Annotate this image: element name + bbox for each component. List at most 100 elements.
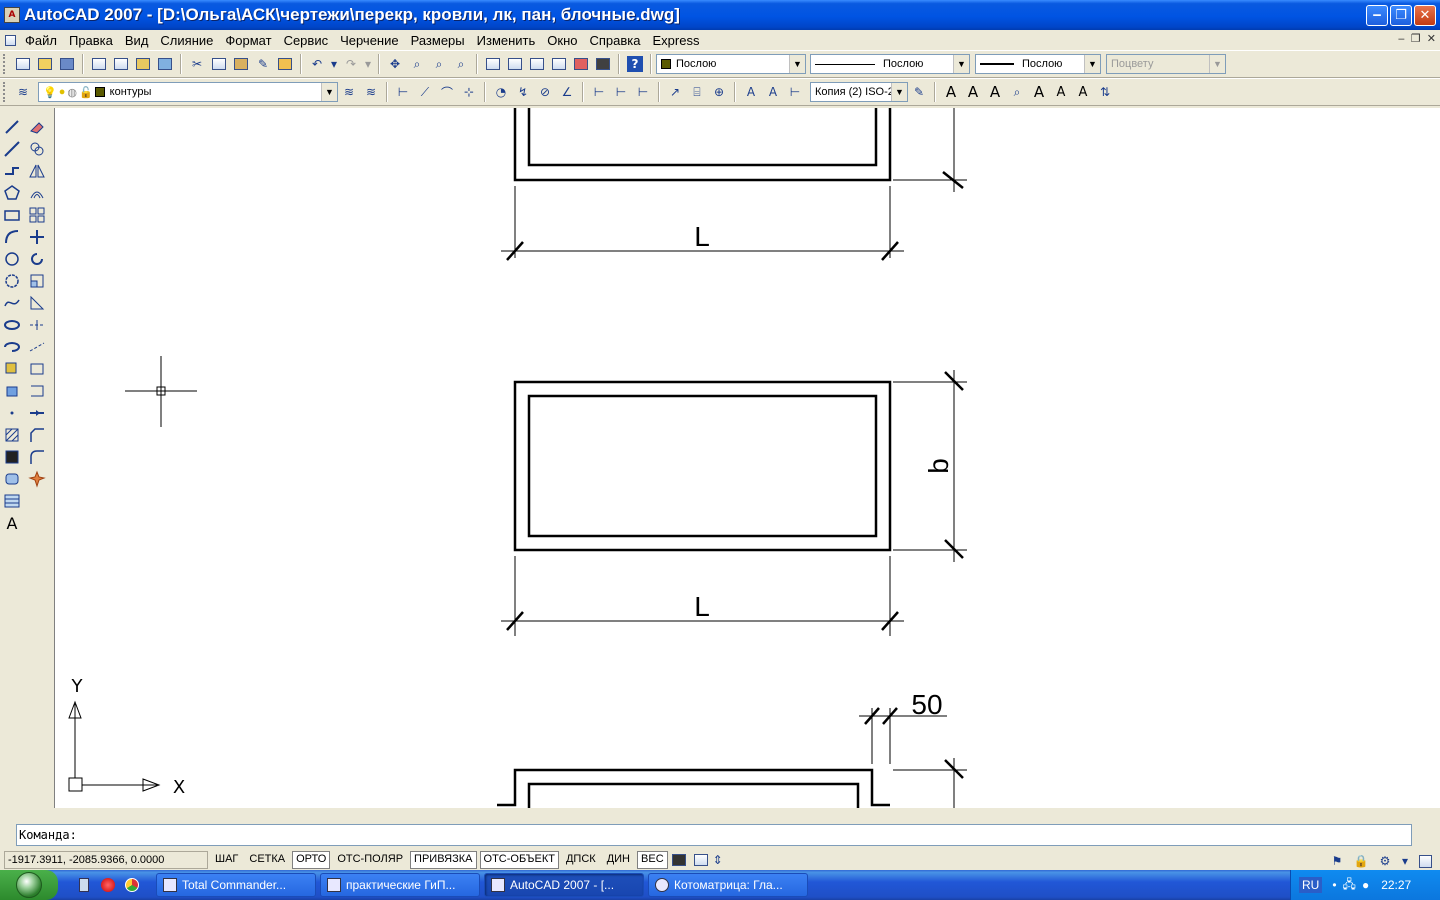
tray-settings-icon[interactable]: ⚙ [1375,851,1395,871]
tolerance-icon[interactable]: ⌸ [687,82,707,102]
break-at-point-icon[interactable] [26,358,48,380]
menu-modify[interactable]: Изменить [471,33,542,48]
toolbar-grip[interactable] [3,82,8,102]
doc-minimize-icon[interactable]: ‒ [1398,32,1405,45]
circle-icon[interactable] [1,248,23,270]
menu-tools[interactable]: Сервис [278,33,335,48]
chevron-down-icon[interactable]: ▼ [953,55,969,73]
dimension-update-icon[interactable]: ⊢ [785,82,805,102]
ellipse-icon[interactable] [1,314,23,336]
explode-icon[interactable] [26,468,48,490]
plotstyle-combo[interactable]: Поцвету ▼ [1106,54,1226,74]
clock[interactable]: 22:27 [1381,878,1411,892]
close-button[interactable]: ✕ [1414,5,1436,26]
ordinate-icon[interactable]: ⊹ [459,82,479,102]
new-file-icon[interactable] [13,54,33,74]
jogged-icon[interactable]: ↯ [513,82,533,102]
markup-icon[interactable] [571,54,591,74]
print-icon[interactable] [89,54,109,74]
open-file-icon[interactable] [35,54,55,74]
maximize-button[interactable]: ❐ [1390,5,1412,26]
arc-icon[interactable] [1,226,23,248]
region-icon[interactable] [1,468,23,490]
erase-icon[interactable] [26,116,48,138]
show-desktop-icon[interactable] [74,875,94,895]
chevron-down-icon[interactable]: ▼ [789,55,805,73]
task-browser[interactable]: Котоматрица: Гла... [648,873,808,897]
help-icon[interactable]: ? [625,54,645,74]
comm-center-icon[interactable]: ⚑ [1327,851,1347,871]
cut-icon[interactable]: ✂ [187,54,207,74]
break-icon[interactable] [26,380,48,402]
leader-icon[interactable]: ↗ [665,82,685,102]
zoom-realtime-icon[interactable]: ⌕ [407,54,427,74]
zoom-window-icon[interactable]: ⌕ [429,54,449,74]
join-icon[interactable] [26,402,48,424]
menu-merge[interactable]: Слияние [154,33,219,48]
tool-palettes-icon[interactable] [527,54,547,74]
layer-previous-icon[interactable]: ≋ [361,82,381,102]
redo-dropdown-icon[interactable]: ▾ [363,54,373,74]
task-total-commander[interactable]: Total Commander... [156,873,316,897]
coordinates-readout[interactable]: -1917.3911, -2085.9366, 0.0000 [4,851,208,869]
array-icon[interactable] [26,204,48,226]
menu-express[interactable]: Express [647,33,706,48]
zoom-previous-icon[interactable]: ⌕ [451,54,471,74]
publish-web-icon[interactable] [155,54,175,74]
dimension-text-edit-icon[interactable]: A [763,82,783,102]
autocad-app-icon[interactable]: A [4,7,20,23]
model-icon[interactable] [669,850,689,870]
match-properties-icon[interactable]: ✎ [253,54,273,74]
rectangle-icon[interactable] [1,204,23,226]
menu-dimension[interactable]: Размеры [405,33,471,48]
drawing-canvas[interactable]: L L b 50 Y X [54,108,1440,808]
chamfer-icon[interactable] [26,424,48,446]
make-object-layer-current-icon[interactable]: ≋ [339,82,359,102]
construction-line-icon[interactable] [1,138,23,160]
layout-icon[interactable] [691,850,711,870]
toggle-otrack[interactable]: ОТС-ОБЪЕКТ [479,851,559,869]
line-icon[interactable] [1,116,23,138]
menu-edit[interactable]: Правка [63,33,119,48]
task-autocad[interactable]: AutoCAD 2007 - [... [484,873,644,897]
paste-icon[interactable] [231,54,251,74]
ellipse-arc-icon[interactable] [1,336,23,358]
single-line-text-icon[interactable]: A [963,82,983,102]
insert-block-icon[interactable] [1,358,23,380]
block-editor-icon[interactable] [275,54,295,74]
plot-preview-icon[interactable] [111,54,131,74]
properties-icon[interactable] [483,54,503,74]
menu-draw[interactable]: Черчение [334,33,405,48]
sheet-set-icon[interactable] [549,54,569,74]
multiline-text-draw-icon[interactable]: A [1,512,23,534]
toggle-polar[interactable]: ОТС-ПОЛЯР [333,851,407,869]
spline-icon[interactable] [1,292,23,314]
drawing-svg[interactable]: L L b 50 Y X [55,108,1440,808]
move-icon[interactable] [26,226,48,248]
copy-icon[interactable] [209,54,229,74]
doc-restore-icon[interactable]: ❐ [1411,32,1421,45]
tray-dot-icon[interactable]: • [1332,878,1336,892]
copy-object-icon[interactable] [26,138,48,160]
lock-toolbars-icon[interactable]: 🔒 [1351,851,1371,871]
polygon-icon[interactable] [1,182,23,204]
offset-icon[interactable] [26,182,48,204]
toggle-dyn[interactable]: ДИН [603,851,634,869]
linetype-combo[interactable]: Послою ▼ [810,54,970,74]
menu-file[interactable]: Файл [19,33,63,48]
dimstyle-combo[interactable]: Копия (2) ISO-2 ▼ [810,82,908,102]
point-icon[interactable] [1,402,23,424]
language-indicator[interactable]: RU [1299,877,1323,893]
calculator-icon[interactable] [593,54,613,74]
quick-dimension-icon[interactable]: ⊢ [589,82,609,102]
publish-icon[interactable] [133,54,153,74]
center-mark-icon[interactable]: ⊕ [709,82,729,102]
chevron-down-icon[interactable]: ▼ [1209,55,1225,73]
find-text-icon[interactable]: ⌕ [1007,82,1027,102]
toggle-ortho[interactable]: ОРТО [292,851,331,869]
save-icon[interactable] [57,54,77,74]
status-menu-icon[interactable]: ▾ [1399,851,1411,871]
mirror-icon[interactable] [26,160,48,182]
extend-icon[interactable] [26,336,48,358]
layer-combo[interactable]: 💡 ● ◍ 🔓 контуры ▼ [38,82,338,102]
